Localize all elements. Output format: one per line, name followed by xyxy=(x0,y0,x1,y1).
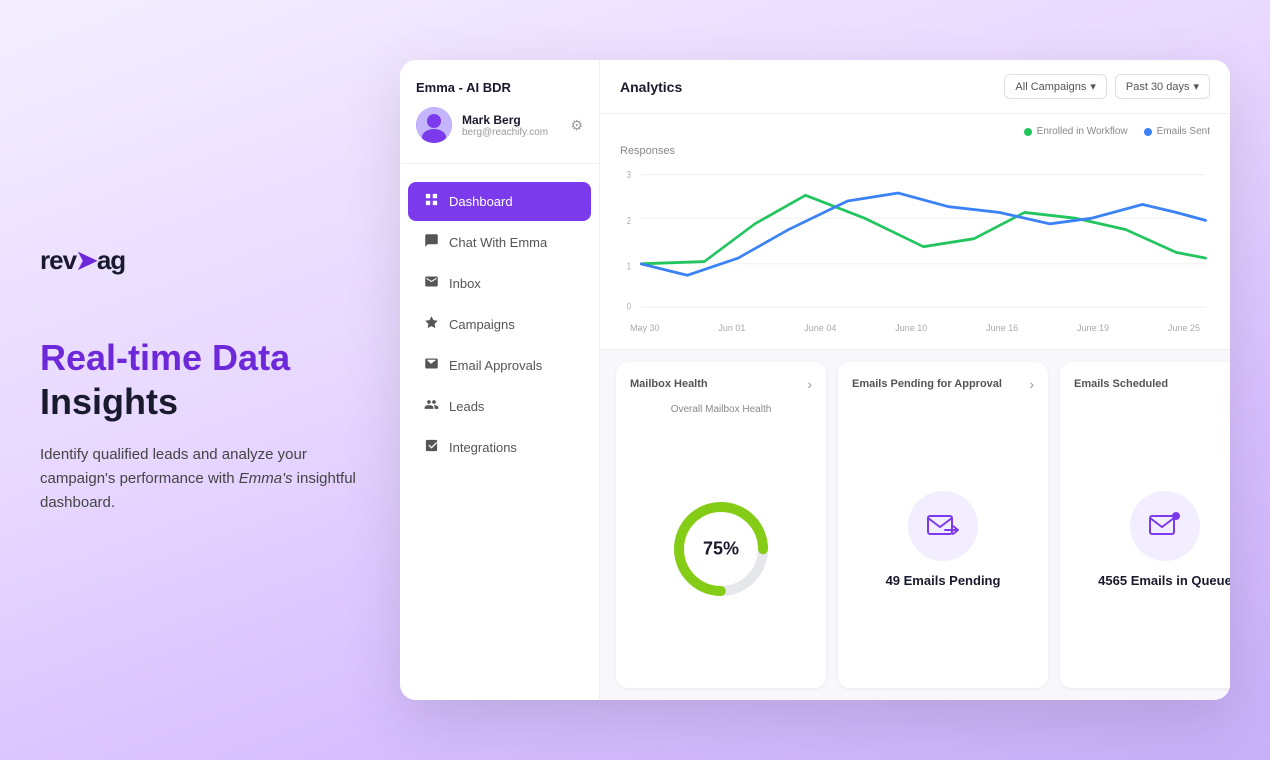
page-wrapper: rev➤ag Real-time Data Insights Identify … xyxy=(0,0,1270,760)
user-info: Mark Berg berg@reachify.com xyxy=(462,113,560,138)
sidebar-item-dashboard[interactable]: Dashboard xyxy=(408,182,591,221)
donut-label: 75% xyxy=(703,538,739,559)
integrations-icon xyxy=(424,438,439,457)
svg-text:1: 1 xyxy=(627,260,631,271)
scheduled-card-header: Emails Scheduled › xyxy=(1074,376,1230,392)
gear-icon[interactable]: ⚙ xyxy=(570,117,583,134)
campaigns-icon xyxy=(424,315,439,334)
sidebar-item-leads[interactable]: Leads xyxy=(408,387,591,426)
legend-enrolled: Enrolled in Workflow xyxy=(1024,126,1128,137)
main-content: Analytics All Campaigns ▾ Past 30 days ▾ xyxy=(600,60,1230,700)
mailbox-subtitle: Overall Mailbox Health xyxy=(630,404,812,415)
sidebar-item-chat-label: Chat With Emma xyxy=(449,235,547,250)
mailbox-health-card: Mailbox Health › Overall Mailbox Health xyxy=(616,362,826,688)
chart-area: Enrolled in Workflow Emails Sent Respons… xyxy=(600,114,1230,350)
period-filter-btn[interactable]: Past 30 days ▾ xyxy=(1115,74,1210,99)
headline-purple: Real-time Data xyxy=(40,337,290,378)
pending-card-title: Emails Pending for Approval xyxy=(852,378,1002,390)
sidebar-item-integrations[interactable]: Integrations xyxy=(408,428,591,467)
sidebar-item-campaigns-label: Campaigns xyxy=(449,317,515,332)
app-window: Emma - AI BDR Mark Berg berg@reachify.co… xyxy=(400,60,1230,700)
sidebar-item-dashboard-label: Dashboard xyxy=(449,194,513,209)
legend-emails-sent: Emails Sent xyxy=(1144,126,1210,137)
sidebar-header: Emma - AI BDR Mark Berg berg@reachify.co… xyxy=(400,80,599,164)
headline: Real-time Data Insights xyxy=(40,336,360,422)
mailbox-card-title: Mailbox Health xyxy=(630,378,708,390)
hero-subtext: Identify qualified leads and analyze you… xyxy=(40,443,360,515)
avatar xyxy=(416,107,452,143)
legend-dot-sent xyxy=(1144,128,1152,136)
user-name: Mark Berg xyxy=(462,113,560,127)
chat-icon xyxy=(424,233,439,252)
scheduled-card-title: Emails Scheduled xyxy=(1074,378,1168,390)
emails-scheduled-card: Emails Scheduled › xyxy=(1060,362,1230,688)
chart-container: 3 2 1 0 xyxy=(620,161,1210,321)
pending-card-body: 49 Emails Pending xyxy=(852,404,1034,674)
chevron-down-icon-2: ▾ xyxy=(1193,80,1199,93)
inbox-icon xyxy=(424,274,439,293)
email-scheduled-icon-circle xyxy=(1130,491,1200,561)
email-approvals-icon xyxy=(424,356,439,375)
left-panel: rev➤ag Real-time Data Insights Identify … xyxy=(40,245,400,514)
chart-x-labels: May 30 Jun 01 June 04 June 10 June 16 Ju… xyxy=(620,323,1210,333)
headline-black: Insights xyxy=(40,381,178,422)
donut-wrapper: 75% xyxy=(630,423,812,674)
sidebar-item-inbox[interactable]: Inbox xyxy=(408,264,591,303)
pending-card-header: Emails Pending for Approval › xyxy=(852,376,1034,392)
email-pending-icon-circle xyxy=(908,491,978,561)
campaigns-filter-btn[interactable]: All Campaigns ▾ xyxy=(1004,74,1106,99)
sidebar-item-email-approvals[interactable]: Email Approvals xyxy=(408,346,591,385)
mailbox-card-header: Mailbox Health › xyxy=(630,376,812,392)
emails-pending-card: Emails Pending for Approval › xyxy=(838,362,1048,688)
cards-section: Mailbox Health › Overall Mailbox Health xyxy=(600,350,1230,700)
svg-text:2: 2 xyxy=(627,215,631,226)
user-email: berg@reachify.com xyxy=(462,127,560,138)
scheduled-stat: 4565 Emails in Queue xyxy=(1098,573,1230,588)
chevron-down-icon: ▾ xyxy=(1090,80,1096,93)
legend-dot-enrolled xyxy=(1024,128,1032,136)
mailbox-card-arrow[interactable]: › xyxy=(807,376,812,392)
donut-container: 75% xyxy=(666,494,776,604)
scheduled-card-body: 4565 Emails in Queue xyxy=(1074,404,1230,674)
sidebar-title: Emma - AI BDR xyxy=(416,80,583,95)
logo-arrow: ➤ xyxy=(76,245,97,276)
pending-card-arrow[interactable]: › xyxy=(1029,376,1034,392)
svg-text:0: 0 xyxy=(627,300,631,311)
analytics-header: Analytics All Campaigns ▾ Past 30 days ▾ xyxy=(600,60,1230,114)
leads-icon xyxy=(424,397,439,416)
dashboard-icon xyxy=(424,192,439,211)
sidebar-item-campaigns[interactable]: Campaigns xyxy=(408,305,591,344)
responses-label: Responses xyxy=(620,145,1210,157)
logo: rev➤ag xyxy=(40,245,360,276)
sidebar-item-email-approvals-label: Email Approvals xyxy=(449,358,542,373)
sidebar-item-inbox-label: Inbox xyxy=(449,276,481,291)
user-row: Mark Berg berg@reachify.com ⚙ xyxy=(416,107,583,143)
svg-text:3: 3 xyxy=(627,169,631,180)
sidebar-item-integrations-label: Integrations xyxy=(449,440,517,455)
header-filters: All Campaigns ▾ Past 30 days ▾ xyxy=(1004,74,1210,99)
nav-list: Dashboard Chat With Emma Inbox xyxy=(400,164,599,485)
sidebar-item-leads-label: Leads xyxy=(449,399,484,414)
sidebar: Emma - AI BDR Mark Berg berg@reachify.co… xyxy=(400,60,600,700)
analytics-title: Analytics xyxy=(620,79,682,95)
sidebar-item-chat[interactable]: Chat With Emma xyxy=(408,223,591,262)
pending-stat: 49 Emails Pending xyxy=(886,573,1001,588)
chart-legend: Enrolled in Workflow Emails Sent xyxy=(620,126,1210,137)
